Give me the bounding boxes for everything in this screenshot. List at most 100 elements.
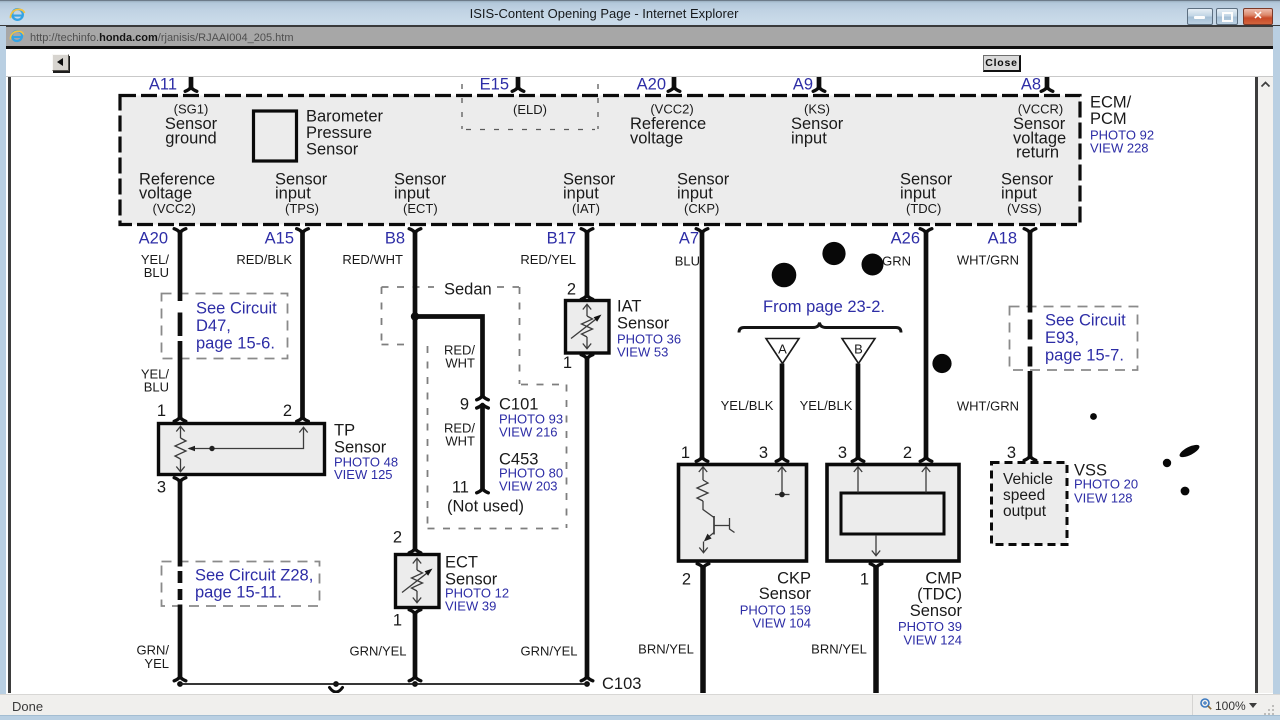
svg-text:A8: A8 xyxy=(1021,77,1041,94)
svg-text:9: 9 xyxy=(460,396,469,414)
svg-text:(TDC): (TDC) xyxy=(917,586,962,604)
svg-text:GRN/YEL: GRN/YEL xyxy=(349,644,406,659)
svg-text:11: 11 xyxy=(452,479,469,497)
svg-text:3: 3 xyxy=(759,444,768,462)
svg-text:B8: B8 xyxy=(385,230,405,248)
svg-text:Sensor: Sensor xyxy=(617,315,670,333)
svg-text:voltage: voltage xyxy=(630,130,683,148)
svg-text:ground: ground xyxy=(165,130,216,148)
svg-text:A18: A18 xyxy=(988,230,1017,248)
svg-text:E15: E15 xyxy=(480,77,509,94)
svg-text:input: input xyxy=(394,185,430,203)
svg-text:WHT/GRN: WHT/GRN xyxy=(957,399,1019,414)
svg-text:Sensor: Sensor xyxy=(306,141,359,159)
svg-text:(TDC): (TDC) xyxy=(906,201,941,216)
svg-text:BRN/YEL: BRN/YEL xyxy=(638,642,694,657)
svg-text:2: 2 xyxy=(567,281,576,299)
svg-text:A: A xyxy=(778,342,787,357)
svg-text:return: return xyxy=(1016,144,1059,162)
svg-text:input: input xyxy=(275,185,311,203)
svg-text:2: 2 xyxy=(682,571,691,589)
svg-text:YEL/BLK: YEL/BLK xyxy=(721,398,774,413)
svg-text:A20: A20 xyxy=(637,77,666,94)
svg-text:(VCC2): (VCC2) xyxy=(153,201,196,216)
svg-text:input: input xyxy=(900,185,936,203)
svg-text:VIEW 104: VIEW 104 xyxy=(752,616,811,631)
svg-text:BLU: BLU xyxy=(144,380,169,395)
svg-text:B: B xyxy=(854,342,863,357)
svg-text:2: 2 xyxy=(393,529,402,547)
svg-text:VIEW 228: VIEW 228 xyxy=(1090,141,1149,156)
svg-text:(ECT): (ECT) xyxy=(403,201,438,216)
svg-text:See Circuit Z28,: See Circuit Z28, xyxy=(195,567,313,585)
svg-text:(VCCR): (VCCR) xyxy=(1018,102,1064,117)
svg-text:GRN: GRN xyxy=(882,254,911,269)
svg-text:Barometer: Barometer xyxy=(306,108,384,126)
svg-text:ECT: ECT xyxy=(445,554,478,572)
svg-text:B17: B17 xyxy=(547,230,576,248)
svg-text:1: 1 xyxy=(157,402,166,420)
svg-text:BRN/YEL: BRN/YEL xyxy=(811,642,867,657)
svg-text:ECM/: ECM/ xyxy=(1090,94,1132,112)
svg-text:(ELD): (ELD) xyxy=(513,102,547,117)
svg-text:input: input xyxy=(677,185,713,203)
svg-text:1: 1 xyxy=(393,612,402,630)
svg-text:GRN/YEL: GRN/YEL xyxy=(520,644,577,659)
svg-text:(SG1): (SG1) xyxy=(174,102,209,117)
svg-text:3: 3 xyxy=(157,479,166,497)
svg-text:BLU: BLU xyxy=(675,254,700,269)
svg-text:Pressure: Pressure xyxy=(306,124,372,142)
svg-text:speed: speed xyxy=(1003,487,1045,504)
svg-text:(VSS): (VSS) xyxy=(1007,201,1042,216)
svg-text:PHOTO 20: PHOTO 20 xyxy=(1074,477,1138,492)
svg-text:input: input xyxy=(791,130,827,148)
svg-text:input: input xyxy=(563,185,599,203)
svg-text:PCM: PCM xyxy=(1090,110,1127,128)
svg-text:A11: A11 xyxy=(149,77,177,94)
svg-text:VIEW 53: VIEW 53 xyxy=(617,345,668,360)
svg-text:VIEW 124: VIEW 124 xyxy=(903,633,962,648)
svg-text:WHT/GRN: WHT/GRN xyxy=(957,253,1019,268)
svg-text:VIEW 125: VIEW 125 xyxy=(334,467,393,482)
svg-text:voltage: voltage xyxy=(139,185,192,203)
svg-text:2: 2 xyxy=(903,444,912,462)
svg-text:IAT: IAT xyxy=(617,298,641,316)
svg-text:(TPS): (TPS) xyxy=(285,201,319,216)
svg-text:YEL: YEL xyxy=(144,656,169,671)
svg-text:(VCC2): (VCC2) xyxy=(650,102,693,117)
svg-text:VIEW 39: VIEW 39 xyxy=(445,599,496,614)
svg-text:1: 1 xyxy=(563,354,572,372)
svg-text:2: 2 xyxy=(283,402,292,420)
svg-text:A20: A20 xyxy=(139,230,168,248)
svg-text:WHT: WHT xyxy=(445,356,475,371)
svg-text:page 15-7.: page 15-7. xyxy=(1045,347,1124,365)
svg-text:See Circuit: See Circuit xyxy=(1045,312,1126,330)
svg-text:Vehicle: Vehicle xyxy=(1003,471,1053,488)
svg-text:3: 3 xyxy=(1007,444,1016,462)
svg-text:YEL/BLK: YEL/BLK xyxy=(800,398,853,413)
svg-text:A9: A9 xyxy=(793,77,813,94)
svg-text:(Not used): (Not used) xyxy=(447,498,524,516)
svg-text:(IAT): (IAT) xyxy=(572,201,600,216)
svg-text:A7: A7 xyxy=(679,230,699,248)
svg-text:page 15-11.: page 15-11. xyxy=(195,584,282,602)
svg-text:Sedan: Sedan xyxy=(444,281,492,299)
svg-text:RED/YEL: RED/YEL xyxy=(520,252,576,267)
svg-text:See Circuit: See Circuit xyxy=(196,300,277,318)
svg-text:(CKP): (CKP) xyxy=(684,201,719,216)
svg-text:C103: C103 xyxy=(602,675,641,693)
svg-text:3: 3 xyxy=(838,444,847,462)
svg-text:A26: A26 xyxy=(891,230,920,248)
svg-text:output: output xyxy=(1003,503,1047,520)
svg-text:(KS): (KS) xyxy=(804,102,830,117)
svg-text:RED/BLK: RED/BLK xyxy=(236,252,292,267)
svg-text:E93,: E93, xyxy=(1045,329,1079,347)
svg-text:VIEW 216: VIEW 216 xyxy=(499,425,558,440)
svg-text:A15: A15 xyxy=(265,230,294,248)
svg-text:input: input xyxy=(1001,185,1037,203)
svg-text:VIEW 128: VIEW 128 xyxy=(1074,491,1133,506)
svg-text:VIEW 203: VIEW 203 xyxy=(499,479,558,494)
svg-text:D47,: D47, xyxy=(196,317,231,335)
svg-text:RED/WHT: RED/WHT xyxy=(342,252,403,267)
svg-text:Sensor: Sensor xyxy=(910,602,963,620)
